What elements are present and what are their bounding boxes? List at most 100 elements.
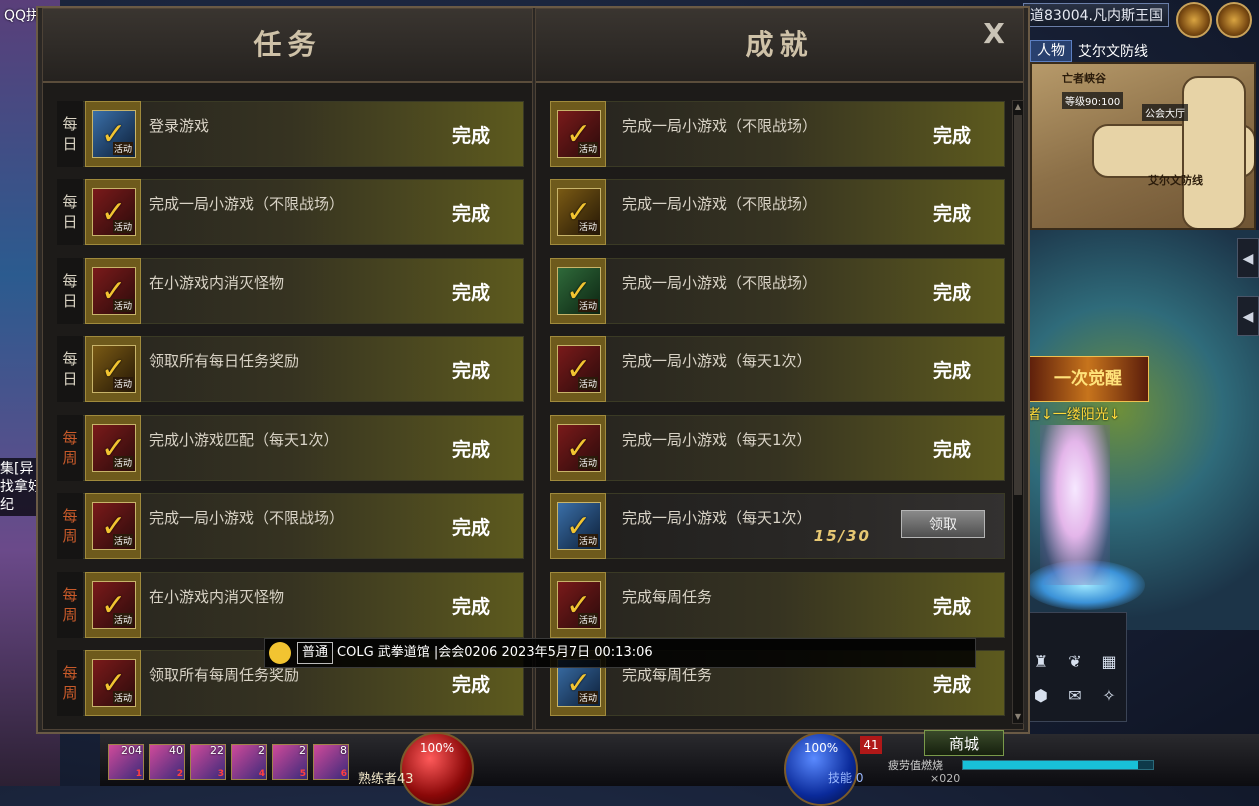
item-slot[interactable]: 204 1 [108,744,144,780]
achievement-badge-icon: ✓ 活动 [557,581,601,629]
compass-icon[interactable] [1176,2,1212,38]
achievement-row[interactable]: ✓ 活动 完成一局小游戏（每天1次） 完成 [550,415,1005,481]
quest-status: 完成 [451,596,490,618]
achievement-title: 完成一局小游戏（不限战场） [622,117,818,135]
activity-tag: 活动 [112,613,133,626]
quest-status: 完成 [451,282,490,304]
map-tabs: 人物 艾尔文防线 [1030,40,1148,62]
achievements-column: 成就 X ✓ 活动 完成一局小游戏（不限战场） 完成 ✓ 活动 完成一局小游戏（不限战场）完… [535,8,1024,730]
activity-tag: 活动 [577,691,598,704]
period-char: 每 [62,193,78,211]
quest-status: 完成 [451,439,490,461]
item-count: 2 [258,744,265,757]
quick-menu-panel: ♜ ❦ ▦ ⬢ ✉ ✧ [1025,612,1127,722]
quest-title: 完成一局小游戏（不限战场） [149,509,345,527]
activity-tag: 活动 [577,142,598,155]
settings-alert-icon[interactable]: ✧ [1098,685,1120,707]
map-label-guild: 公会大厅 [1142,104,1188,121]
map-area-name: 艾尔文防线 [1078,44,1148,60]
chat-channel[interactable]: 普通 [297,642,334,664]
achievement-row[interactable]: ✓ 活动 完成一局小游戏（每天1次） 15/30 领取 [550,493,1005,559]
quest-icon-frame: ✓ 活动 [85,415,141,481]
level-text: 熟练者43 [358,772,414,787]
quest-icon-frame: ✓ 活动 [85,179,141,245]
period-char: 每 [62,507,78,525]
claim-button[interactable]: 领取 [901,510,985,538]
item-slot[interactable]: 22 3 [190,744,226,780]
close-button[interactable]: X [979,19,1009,49]
fatigue-label: 疲劳值燃烧 [888,759,943,772]
quest-status: 完成 [451,125,490,147]
left-chat-line: 找拿好 [0,479,40,495]
server-name: 道83004.凡内斯王国 [1023,3,1169,27]
quest-badge-icon: ✓ 活动 [92,502,136,550]
menu-orb-icon[interactable] [1216,2,1252,38]
achievement-status: 完成 [932,596,971,618]
item-count: 22 [210,744,224,757]
shop-button[interactable]: 商城 [924,730,1004,756]
item-slot[interactable]: 25 [272,744,308,780]
quest-icon-frame: ✓ 活动 [85,650,141,716]
achievement-badge-icon: ✓ 活动 [557,345,601,393]
quest-title: 完成小游戏匹配（每天1次） [149,431,339,449]
quest-badge-icon: ✓ 活动 [92,267,136,315]
quest-icon-frame: ✓ 活动 [85,336,141,402]
quest-row[interactable]: 每日 ✓ 活动 领取所有每日任务奖励 完成 [57,336,524,402]
skill-points[interactable]: 技能 0 [828,769,863,786]
achievement-badge-icon: ✓ 活动 [557,267,601,315]
activity-tag: 活动 [112,691,133,704]
achievement-row[interactable]: ✓ 活动 完成一局小游戏（每天1次） 完成 [550,336,1005,402]
activity-tag: 活动 [112,220,133,233]
quest-row[interactable]: 每周 ✓ 活动 完成一局小游戏（不限战场） 完成 [57,493,524,559]
period-tag: 每日 [57,258,83,324]
item-slot[interactable]: 86 [313,744,349,780]
achievement-badge-icon: ✓ 活动 [557,188,601,236]
quests-header: 任务 [43,9,532,83]
minimap[interactable]: 亡者峡谷 等级90:100 公会大厅 艾尔文防线 [1030,62,1256,230]
scroll-up-icon[interactable]: ▲ [1013,101,1023,113]
period-tag: 每日 [57,179,83,245]
item-slot[interactable]: 24 [231,744,267,780]
quest-row[interactable]: 每日 ✓ 活动 完成一局小游戏（不限战场） 完成 [57,179,524,245]
achievement-badge-icon: ✓ 活动 [557,110,601,158]
sprout-icon[interactable]: ❦ [1064,651,1086,673]
achievement-row[interactable]: ✓ 活动 完成一局小游戏（不限战场） 完成 [550,101,1005,167]
period-char: 每 [62,664,78,682]
quest-title: 登录游戏 [149,117,210,135]
period-tag: 每周 [57,572,83,638]
quest-icon-frame: ✓ 活动 [85,258,141,324]
period-char: 日 [62,292,78,310]
tab-character[interactable]: 人物 [1030,40,1072,62]
quest-title: 在小游戏内消灭怪物 [149,274,285,292]
robot-icon[interactable]: ♜ [1030,651,1052,673]
level-badge: 41 [860,736,882,754]
chat-text: COLG 武拳道馆 |会会0206 2023年5月7日 00:13:06 [337,645,653,660]
activity-tag: 活动 [112,534,133,547]
achievement-icon-frame: ✓ 活动 [550,415,606,481]
book-icon[interactable]: ✉ [1064,685,1086,707]
quest-row[interactable]: 每日 ✓ 活动 登录游戏 完成 [57,101,524,167]
chevron-left-icon[interactable]: ◀ [1237,296,1259,336]
item-slot[interactable]: 40 2 [149,744,185,780]
left-chat-line: 纪 [0,497,14,513]
quest-status: 完成 [451,674,490,696]
hotkey-label: 2 [176,769,183,779]
calendar-icon[interactable]: ▦ [1098,651,1120,673]
player-character[interactable] [1040,425,1110,585]
achievement-progress: 15/30 [813,527,871,545]
achievement-row[interactable]: ✓ 活动 完成一局小游戏（不限战场） 完成 [550,179,1005,245]
quest-row[interactable]: 每周 ✓ 活动 在小游戏内消灭怪物 完成 [57,572,524,638]
period-char: 每 [62,429,78,447]
quest-row[interactable]: 每周 ✓ 活动 完成小游戏匹配（每天1次） 完成 [57,415,524,481]
achievement-scrollbar[interactable]: ▲ ▼ [1012,100,1024,724]
quest-row[interactable]: 每日 ✓ 活动 在小游戏内消灭怪物 完成 [57,258,524,324]
quest-status: 完成 [451,203,490,225]
hotkey-label: 1 [135,769,142,779]
achievement-row[interactable]: ✓ 活动 完成一局小游戏（不限战场） 完成 [550,258,1005,324]
scroll-down-icon[interactable]: ▼ [1013,711,1023,723]
achievement-row[interactable]: ✓ 活动 完成每周任务 完成 [550,572,1005,638]
quest-icon-frame: ✓ 活动 [85,493,141,559]
tp-icon[interactable]: ⬢ [1030,685,1052,707]
scroll-thumb[interactable] [1014,115,1022,495]
chevron-left-icon[interactable]: ◀ [1237,238,1259,278]
